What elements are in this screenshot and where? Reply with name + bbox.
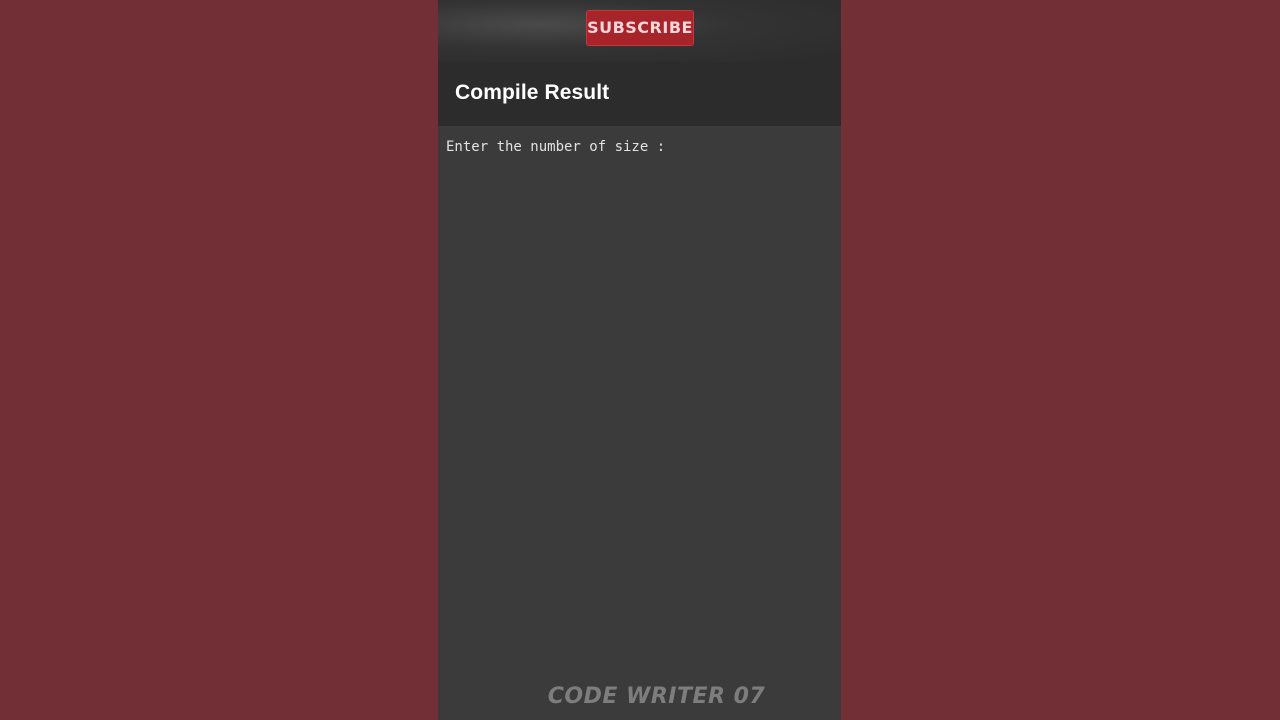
top-banner: SUBSCRIBE xyxy=(438,0,841,62)
video-frame: SUBSCRIBE Compile Result Enter the numbe… xyxy=(0,0,1280,720)
page-title: Compile Result xyxy=(455,81,610,104)
console-output[interactable]: Enter the number of size : xyxy=(438,126,841,720)
subscribe-button[interactable]: SUBSCRIBE xyxy=(586,10,694,46)
phone-screen: SUBSCRIBE Compile Result Enter the numbe… xyxy=(438,0,841,720)
app-header: Compile Result xyxy=(438,62,841,126)
channel-watermark: CODE WRITER 07 xyxy=(547,684,766,709)
console-prompt-line: Enter the number of size : xyxy=(446,139,666,155)
